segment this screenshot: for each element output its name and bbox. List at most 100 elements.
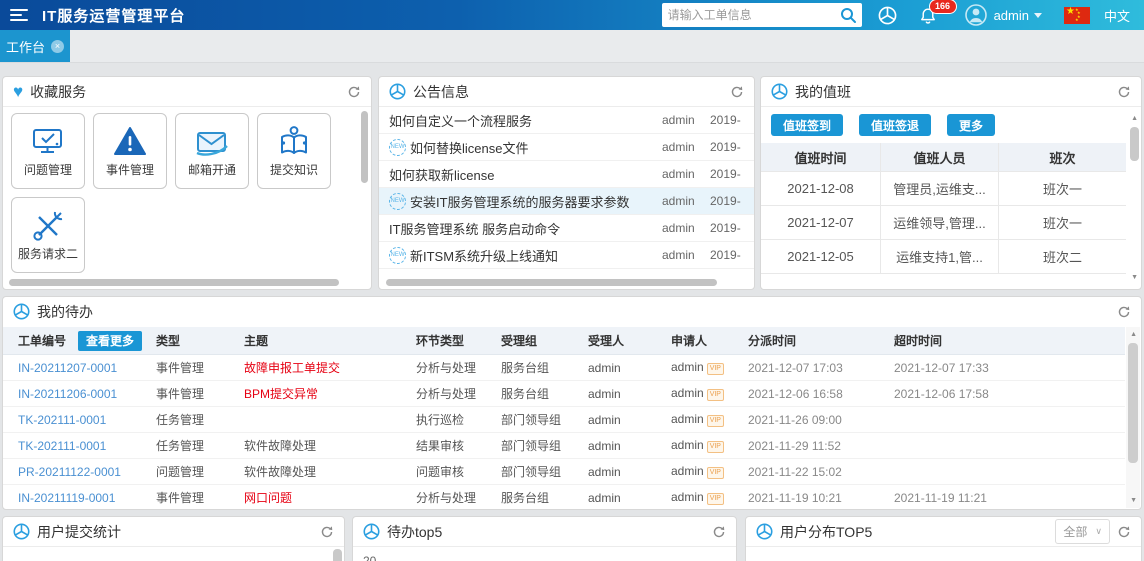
warning-triangle-icon <box>111 121 149 163</box>
vertical-scrollbar[interactable]: ▲ ▼ <box>1126 327 1140 508</box>
cube-icon[interactable] <box>878 6 897 25</box>
service-card-knowledge[interactable]: 提交知识 <box>257 113 331 189</box>
service-card-label: 问题管理 <box>23 163 72 177</box>
todo-panel: 我的待办 工单编号 查看更多 类型 主题 环节类型 受理组 受理人 申请人 分派… <box>2 296 1142 510</box>
cube-icon <box>771 83 788 100</box>
top-bar: IT服务运营管理平台 166 <box>0 0 1144 30</box>
duty-row: 2021-12-07 运维领导,管理... 班次一 <box>761 206 1126 240</box>
ticket-link[interactable]: TK-202111-0001 <box>3 439 156 453</box>
cube-icon <box>13 303 30 320</box>
vip-badge: VIP <box>706 441 724 453</box>
refresh-icon[interactable] <box>1117 525 1131 539</box>
horizontal-scrollbar-thumb[interactable] <box>9 279 339 286</box>
refresh-icon[interactable] <box>320 525 334 539</box>
view-more-button[interactable]: 查看更多 <box>78 330 143 351</box>
announcement-link[interactable]: 如何自定义一个流程服务 <box>389 111 662 130</box>
refresh-icon[interactable] <box>730 85 744 99</box>
duty-sign-out-button[interactable]: 值班签退 <box>859 114 932 136</box>
user-submissions-panel: 用户提交统计 <box>2 516 345 561</box>
todo-row: IN-20211119-0001 事件管理 网口问题 分析与处理 服务台组 ad… <box>3 485 1125 509</box>
todo-row: IN-20211207-0001 事件管理 故障申报工单提交 分析与处理 服务台… <box>3 355 1125 381</box>
menu-toggle-icon[interactable] <box>10 6 28 24</box>
duty-more-button[interactable]: 更多 <box>947 114 996 136</box>
cube-icon <box>389 83 406 100</box>
vertical-scrollbar-thumb[interactable] <box>333 549 342 561</box>
duty-panel: 我的值班 值班签到 值班签退 更多 值班时间 值班人员 班次 2021-12-0… <box>760 76 1142 290</box>
search-input[interactable] <box>661 8 840 22</box>
vip-badge: VIP <box>706 389 724 401</box>
app-root: IT服务运营管理平台 166 <box>0 0 1144 561</box>
app-title: IT服务运营管理平台 <box>42 7 186 25</box>
todo-row: TK-202111-0001 任务管理 执行巡检 部门领导组 admin adm… <box>3 407 1125 433</box>
search-icon[interactable] <box>840 7 857 24</box>
announcement-row: 如何获取新license admin 2019- <box>379 161 754 188</box>
duty-title: 我的值班 <box>795 83 851 100</box>
announcement-link[interactable]: IT服务管理系统 服务启动命令 <box>389 219 662 238</box>
service-card-mailbox[interactable]: 邮箱开通 <box>175 113 249 189</box>
vertical-scrollbar-thumb[interactable] <box>1130 127 1139 161</box>
book-reader-icon <box>275 121 313 163</box>
user-avatar[interactable] <box>964 4 987 26</box>
announcements-panel: 公告信息 如何自定义一个流程服务 admin 2019- NEW 如何替换lic… <box>378 76 755 290</box>
announcement-row: NEW 新ITSM系统升级上线通知 admin 2019- <box>379 242 754 269</box>
china-flag-icon: ★ ★ ★ ★ ★ <box>1063 6 1090 24</box>
ticket-link[interactable]: IN-20211207-0001 <box>3 361 156 375</box>
announcement-link[interactable]: 新ITSM系统升级上线通知 <box>410 246 662 265</box>
service-card-incident[interactable]: 事件管理 <box>93 113 167 189</box>
vip-badge: VIP <box>706 363 724 375</box>
chart-axis-label: 20 <box>363 554 377 561</box>
refresh-icon[interactable] <box>1117 85 1131 99</box>
tab-bar: 工作台 × <box>0 30 1144 63</box>
todo-title: 我的待办 <box>37 303 93 320</box>
scroll-down-icon[interactable]: ▼ <box>1130 497 1137 504</box>
vip-badge: VIP <box>706 467 724 479</box>
scroll-up-icon[interactable]: ▲ <box>1131 115 1138 122</box>
refresh-icon[interactable] <box>712 525 726 539</box>
new-badge-icon: NEW <box>389 192 406 210</box>
announcement-row: 如何自定义一个流程服务 admin 2019- <box>379 107 754 134</box>
notification-bell-icon[interactable]: 166 <box>919 0 957 25</box>
tab-workbench[interactable]: 工作台 × <box>0 30 70 62</box>
new-badge-icon: NEW <box>389 246 406 264</box>
todo-row: IN-20211206-0001 事件管理 BPM提交异常 分析与处理 服务台组… <box>3 381 1125 407</box>
announcement-link[interactable]: 如何替换license文件 <box>410 138 662 157</box>
vip-badge: VIP <box>706 415 724 427</box>
vertical-scrollbar-thumb[interactable] <box>361 111 368 183</box>
ticket-link[interactable]: IN-20211119-0001 <box>3 491 156 505</box>
scroll-up-icon[interactable]: ▲ <box>1130 331 1137 338</box>
announcement-link[interactable]: 如何获取新license <box>389 165 662 184</box>
language-switch[interactable]: 中文 <box>1104 6 1130 25</box>
todo-table-header: 工单编号 查看更多 类型 主题 环节类型 受理组 受理人 申请人 分派时间 超时… <box>3 327 1125 355</box>
refresh-icon[interactable] <box>347 85 361 99</box>
select-caret-icon: ∨ <box>1095 526 1102 536</box>
ticket-link[interactable]: PR-20211122-0001 <box>3 465 156 479</box>
ticket-link[interactable]: IN-20211206-0001 <box>3 387 156 401</box>
favorites-title: 收藏服务 <box>30 83 87 100</box>
service-card-label: 服务请求二 <box>17 247 78 261</box>
favorites-panel: ♥ 收藏服务 问题管理 事件管理 邮箱开通 提交知识 服务请求二 <box>2 76 372 290</box>
cube-icon <box>363 523 380 540</box>
tab-close-icon[interactable]: × <box>51 39 64 53</box>
announcement-row: NEW 安装IT服务管理系统的服务器要求参数 admin 2019- <box>379 188 754 215</box>
ticket-link[interactable]: TK-202111-0001 <box>3 413 156 427</box>
announcement-row: NEW 如何替换license文件 admin 2019- <box>379 134 754 161</box>
username-label[interactable]: admin <box>994 8 1029 23</box>
announcements-title: 公告信息 <box>413 83 469 100</box>
user-distribution-title: 用户分布TOP5 <box>780 523 873 540</box>
announcement-link[interactable]: 安装IT服务管理系统的服务器要求参数 <box>410 192 662 211</box>
duty-sign-in-button[interactable]: 值班签到 <box>771 114 844 136</box>
refresh-icon[interactable] <box>1117 305 1131 319</box>
user-submissions-title: 用户提交统计 <box>37 523 121 540</box>
cube-icon <box>756 523 773 540</box>
todo-row: TK-202111-0001 任务管理 软件故障处理 结果审核 部门领导组 ad… <box>3 433 1125 459</box>
vertical-scrollbar-thumb[interactable] <box>1128 343 1138 463</box>
user-distribution-panel: 用户分布TOP5 全部 ∨ <box>745 516 1142 561</box>
search-box <box>661 3 862 27</box>
service-card-service-request[interactable]: 服务请求二 <box>11 197 85 273</box>
user-menu-caret-icon[interactable] <box>1033 12 1042 18</box>
scroll-down-icon[interactable]: ▼ <box>1131 274 1138 281</box>
horizontal-scrollbar-thumb[interactable] <box>386 279 717 286</box>
duty-row: 2021-12-05 运维支持1,管... 班次二 <box>761 240 1126 274</box>
service-card-problem[interactable]: 问题管理 <box>11 113 85 189</box>
scope-select[interactable]: 全部 ∨ <box>1055 519 1110 544</box>
